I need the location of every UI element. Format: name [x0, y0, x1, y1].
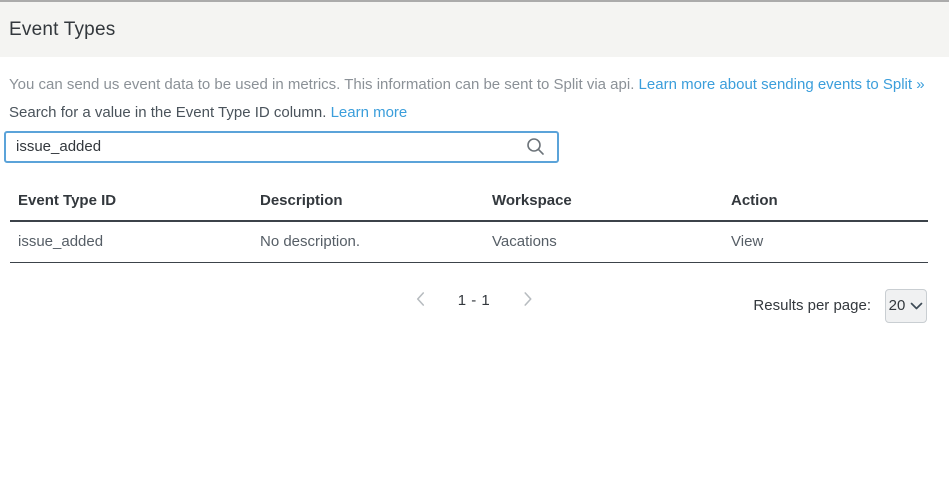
- results-per-page-label: Results per page:: [753, 297, 871, 314]
- previous-page-button[interactable]: [413, 289, 428, 312]
- page-header: Event Types: [0, 2, 949, 57]
- results-per-page-group: Results per page: 20: [753, 289, 927, 323]
- column-header-action: Action: [723, 180, 928, 221]
- chevron-down-icon: [910, 297, 923, 314]
- page-title: Event Types: [9, 19, 115, 41]
- table-row: issue_added No description. Vacations Vi…: [10, 221, 928, 263]
- results-per-page-value: 20: [889, 297, 906, 314]
- column-header-workspace: Workspace: [484, 180, 723, 221]
- search-icon: [526, 137, 545, 156]
- column-header-description: Description: [252, 180, 484, 221]
- table-header-row: Event Type ID Description Workspace Acti…: [10, 180, 928, 221]
- cell-description: No description.: [252, 221, 484, 263]
- cell-event-type-id: issue_added: [10, 221, 252, 263]
- event-types-table: Event Type ID Description Workspace Acti…: [10, 180, 928, 263]
- view-action-link[interactable]: View: [723, 221, 928, 263]
- search-input[interactable]: [6, 133, 526, 161]
- chevron-right-icon: [522, 291, 533, 310]
- pagination-bar: 1 - 1 Results per page: 20: [0, 289, 949, 325]
- next-page-button[interactable]: [520, 289, 535, 312]
- search-hint-body: Search for a value in the Event Type ID …: [9, 104, 331, 121]
- intro-text-body: You can send us event data to be used in…: [9, 76, 639, 93]
- learn-more-link[interactable]: Learn more: [331, 104, 408, 121]
- search-hint-text: Search for a value in the Event Type ID …: [9, 104, 941, 121]
- page-range-label: 1 - 1: [458, 292, 491, 309]
- pager-controls: 1 - 1: [413, 289, 536, 312]
- cell-workspace: Vacations: [484, 221, 723, 263]
- column-header-event-type-id: Event Type ID: [10, 180, 252, 221]
- results-per-page-select[interactable]: 20: [885, 289, 927, 323]
- search-box: [4, 131, 559, 163]
- chevron-left-icon: [415, 291, 426, 310]
- intro-text: You can send us event data to be used in…: [9, 76, 941, 95]
- learn-more-sending-events-link[interactable]: Learn more about sending events to Split…: [639, 76, 925, 93]
